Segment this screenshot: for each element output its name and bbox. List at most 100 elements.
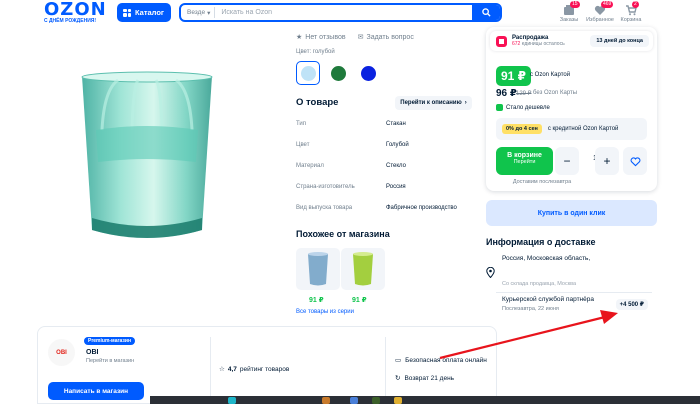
- taskbar-app-icon[interactable]: [228, 397, 236, 404]
- in-cart-button[interactable]: В корзине Перейти: [496, 147, 553, 175]
- box-icon: 15: [563, 1, 580, 16]
- rating-value: 4,7: [227, 365, 237, 373]
- cart-button-sub: Перейти: [513, 159, 536, 165]
- write-to-store-button[interactable]: Написать в магазин: [48, 382, 144, 400]
- cart-label: Корзина: [620, 17, 642, 23]
- search-input[interactable]: [215, 9, 472, 16]
- return-policy: ↻ Возврат 21 день: [395, 374, 455, 383]
- delivery-option-date: Послезавтра, 22 июня: [502, 306, 559, 312]
- spec-key: Цвет: [296, 141, 310, 148]
- taskbar-app-icon[interactable]: [372, 397, 380, 404]
- cart-badge: 2: [632, 1, 639, 8]
- header-orders[interactable]: 15 Заказы: [552, 1, 586, 23]
- star-icon: ★: [296, 34, 303, 41]
- divider: [210, 337, 211, 399]
- about-title: О товаре: [296, 97, 339, 108]
- credit-text: с кредитной Ozon Картой: [547, 126, 619, 132]
- buy-one-click-button[interactable]: Купить в один клик: [486, 200, 657, 226]
- header-favorites[interactable]: 469 Избранное: [583, 1, 617, 23]
- regular-price: 96 ₽: [496, 88, 517, 99]
- spec-key: Страна-изготовитель: [296, 183, 355, 190]
- spec-value: Стекло: [386, 162, 406, 169]
- return-label: Возврат 21 день: [404, 374, 455, 382]
- taskbar-app-icon[interactable]: [350, 397, 358, 404]
- credit-offer[interactable]: 0% до 4 сен с кредитной Ozon Картой: [496, 118, 647, 140]
- sale-text: Распродажа 672 единицы осталось: [512, 35, 565, 47]
- catalog-label: Каталог: [135, 8, 165, 17]
- ask-question-link[interactable]: ✉ Задать вопрос: [357, 33, 414, 42]
- taskbar-app-icon[interactable]: [322, 397, 330, 404]
- no-reviews-label: Нет отзывов: [305, 33, 346, 41]
- reviews-row: ★ Нет отзывов ✉ Задать вопрос: [296, 33, 414, 42]
- spec-row: Цвет Голубой: [296, 134, 472, 155]
- glass-thumbnail: [353, 252, 373, 286]
- product-image[interactable]: [78, 70, 216, 248]
- spec-row: Вид выпуска товара Фабричное производство: [296, 197, 472, 218]
- ozon-logo[interactable]: OZON С ДНЁМ РОЖДЕНИЯ!: [44, 0, 114, 25]
- logo-word: OZON: [44, 0, 107, 20]
- regular-price-label: без Ozon Карты: [533, 90, 578, 96]
- sale-banner[interactable]: Распродажа 672 единицы осталось 13 дней …: [490, 31, 653, 51]
- orders-label: Заказы: [559, 17, 579, 23]
- warehouse-info: Со склада продавца, Москва: [502, 281, 577, 287]
- swatch-navy[interactable]: [356, 61, 380, 85]
- seller-panel: OBI Premium-магазин OBI Перейти в магази…: [37, 326, 497, 404]
- card-price: 91 ₽: [496, 66, 532, 86]
- seller-logo[interactable]: OBI: [48, 339, 75, 366]
- delivery-price: +4 500 ₽: [615, 299, 648, 310]
- return-icon: ↻: [395, 375, 401, 382]
- spec-row: Материал Стекло: [296, 155, 472, 176]
- grid-icon: [123, 8, 131, 17]
- spec-key: Тип: [296, 120, 307, 127]
- similar-price: 91 ₽: [309, 297, 324, 304]
- card-price-label: с Ozon Картой: [530, 72, 571, 78]
- cart-icon: 2: [625, 1, 639, 16]
- search-button[interactable]: [472, 5, 500, 20]
- question-icon: ✉: [357, 34, 364, 41]
- search-icon: [481, 8, 491, 17]
- add-to-favorites-button[interactable]: [623, 147, 647, 175]
- header: OZON С ДНЁМ РОЖДЕНИЯ! Каталог Везде ▾ 15…: [0, 0, 700, 28]
- spec-value: Фабричное производство: [386, 204, 457, 211]
- qty-minus-button[interactable]: −: [555, 147, 579, 175]
- delivery-option-title: Курьерской службой партнёра: [502, 296, 594, 303]
- cart-button-label: В корзине: [507, 152, 542, 159]
- spec-value: Стакан: [386, 120, 406, 127]
- desc-label: Перейти к описанию: [400, 100, 462, 106]
- divider: [385, 337, 386, 399]
- go-to-store-link[interactable]: Перейти в магазин: [86, 358, 134, 364]
- swatch-green[interactable]: [326, 61, 350, 85]
- favorites-label: Избранное: [586, 17, 614, 23]
- swatch-blue[interactable]: [296, 61, 320, 85]
- price-drop-label: Стало дешевле: [506, 104, 550, 111]
- search-scope-select[interactable]: Везде ▾: [181, 7, 216, 18]
- qty-plus-button[interactable]: +: [595, 147, 619, 175]
- location-pin-icon: [486, 266, 495, 280]
- favorites-badge: 469: [601, 1, 614, 8]
- seller-rating: ☆ 4,7 рейтинг товаров: [219, 365, 289, 374]
- buy-card: Распродажа 672 единицы осталось 13 дней …: [486, 27, 657, 191]
- glass-thumbnail: [308, 252, 328, 286]
- sale-icon: [496, 35, 507, 47]
- all-series-link[interactable]: Все товары из серии: [296, 309, 354, 315]
- specs-table: Тип Стакан Цвет Голубой Материал Стекло Стр…: [296, 113, 472, 218]
- spec-value: Россия: [386, 183, 406, 190]
- spec-value: Голубой: [386, 141, 409, 148]
- chevron-right-icon: ›: [464, 100, 467, 106]
- header-cart[interactable]: 2 Корзина: [614, 1, 648, 23]
- price-drop-note: Стало дешевле: [496, 104, 550, 111]
- similar-price: 91 ₽: [352, 297, 367, 304]
- catalog-button[interactable]: Каталог: [117, 3, 171, 22]
- chevron-down-icon: ▾: [207, 9, 211, 17]
- delivery-title: Информация о доставке: [486, 237, 596, 247]
- similar-item-1[interactable]: [296, 248, 340, 290]
- delivery-region[interactable]: Россия, Московская область,: [502, 255, 590, 262]
- no-reviews-link[interactable]: ★ Нет отзывов: [296, 33, 346, 42]
- taskbar-app-icon[interactable]: [394, 397, 402, 404]
- ask-question-label: Задать вопрос: [366, 33, 414, 41]
- go-to-description-button[interactable]: Перейти к описанию ›: [395, 96, 472, 110]
- seller-name[interactable]: OBI: [86, 349, 98, 356]
- search-scope-label: Везде: [187, 9, 206, 16]
- similar-item-2[interactable]: [341, 248, 385, 290]
- sale-days-badge: 13 дней до конца: [590, 35, 649, 47]
